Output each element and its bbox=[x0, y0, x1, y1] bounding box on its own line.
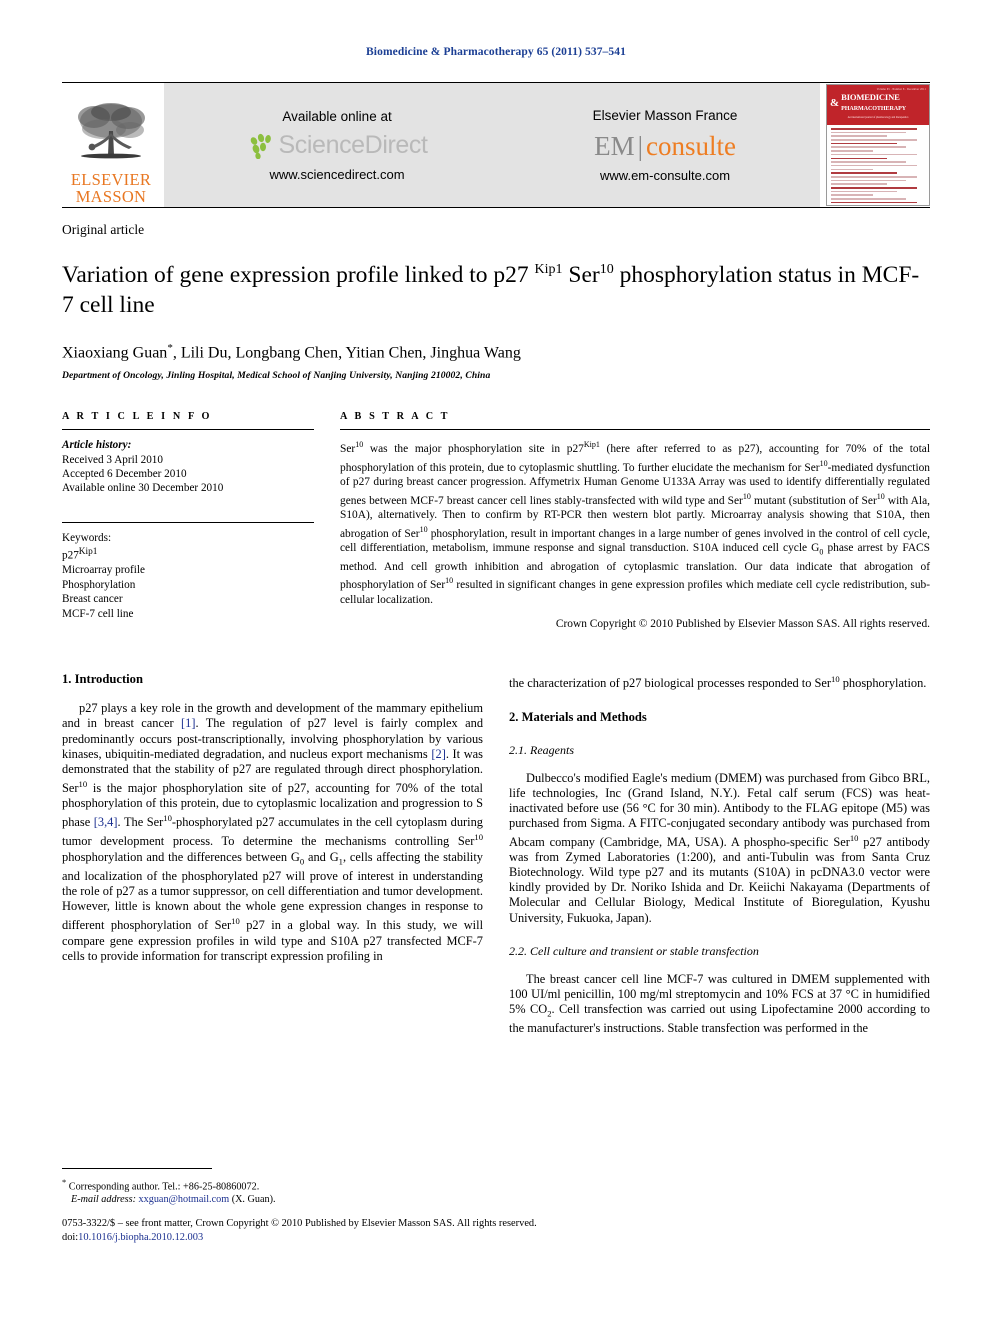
keywords-block: Keywords: p27Kip1 Microarray profile Pho… bbox=[62, 531, 314, 621]
affiliation: Department of Oncology, Jinling Hospital… bbox=[62, 370, 491, 382]
article-available-online: Available online 30 December 2010 bbox=[62, 482, 224, 495]
masthead-bottom-rule bbox=[62, 207, 930, 208]
abstract-copyright: Crown Copyright © 2010 Published by Else… bbox=[555, 618, 930, 631]
article-accepted: Accepted 6 December 2010 bbox=[62, 467, 187, 480]
abstract-text: Ser10 was the major phosphorylation site… bbox=[340, 440, 931, 606]
article-history-block: Article history: Received 3 April 2010 A… bbox=[62, 438, 314, 496]
footnote-corresponding-text: Corresponding author. Tel.: +86-25-80860… bbox=[68, 1181, 260, 1193]
subsection-heading-reagents: 2.1. Reagents bbox=[509, 742, 574, 757]
cover-title-line1: BIOMEDICINE bbox=[841, 92, 900, 102]
elsevier-masson-logo: ELSEVIER MASSON bbox=[62, 83, 160, 207]
citation-link[interactable]: [1] bbox=[181, 716, 195, 730]
introduction-continuation: the characterization of p27 biological p… bbox=[509, 674, 927, 691]
footnote-line-1: * Corresponding author. Tel.: +86-25-808… bbox=[62, 1176, 492, 1206]
keyword-item: Microarray profile bbox=[62, 564, 145, 577]
abstract-heading: A B S T R A C T bbox=[340, 411, 451, 423]
emconsulte-block[interactable]: Elsevier Masson France EM | consulte www.e… bbox=[583, 108, 748, 183]
doi-link[interactable]: 10.1016/j.biopha.2010.12.003 bbox=[78, 1232, 203, 1243]
journal-article-page: Biomedicine & Pharmacotherapy 65 (2011) … bbox=[0, 0, 992, 1323]
author-list: Xiaoxiang Guan*, Lili Du, Longbang Chen,… bbox=[62, 342, 930, 362]
cover-header: Volume 65 . Number 8 . December 2011 & B… bbox=[827, 85, 929, 125]
running-head: Biomedicine & Pharmacotherapy 65 (2011) … bbox=[366, 46, 626, 58]
info-abstract-row: A R T I C L E I N F O Article history: R… bbox=[62, 411, 930, 630]
cover-ampersand: & bbox=[830, 96, 840, 109]
sciencedirect-leaf-icon bbox=[250, 133, 271, 159]
transfection-paragraph: The breast cancer cell line MCF-7 was cu… bbox=[509, 971, 930, 1036]
title-part-2: Ser bbox=[562, 261, 600, 288]
masson-wordmark: MASSON bbox=[75, 187, 147, 206]
consulte-wordmark: consulte bbox=[646, 130, 736, 161]
footnote-email-label: E-mail address: bbox=[71, 1194, 136, 1206]
keyword-item: Breast cancer bbox=[62, 593, 123, 606]
article-info-column: A R T I C L E I N F O Article history: R… bbox=[62, 411, 314, 630]
em-wordmark: EM bbox=[594, 130, 635, 161]
cover-subtitle: An international journal of pharmacology… bbox=[847, 116, 909, 119]
article-info-rule bbox=[62, 429, 314, 431]
abstract-column: A B S T R A C T Ser10 was the major phos… bbox=[340, 411, 930, 630]
keyword-p27-base: p27 bbox=[62, 549, 79, 562]
sciencedirect-wordmark: ScienceDirect bbox=[278, 131, 428, 159]
footer-copyright: 0753-3322/$ – see front matter, Crown Co… bbox=[62, 1218, 537, 1229]
cover-volume-note: Volume 65 . Number 8 . December 2011 bbox=[876, 88, 926, 91]
author-rest: , Lili Du, Longbang Chen, Yitian Chen, J… bbox=[172, 344, 521, 362]
keyword-item: Phosphorylation bbox=[62, 578, 136, 591]
masthead-banner: Available online at ScienceDirect www.sc… bbox=[164, 83, 820, 207]
footnote-email-owner: (X. Guan). bbox=[231, 1194, 276, 1206]
cover-contents-list bbox=[827, 125, 929, 205]
author-corresponding: Xiaoxiang Guan bbox=[62, 344, 168, 362]
keyword-item: MCF-7 cell line bbox=[62, 607, 134, 620]
em-divider: | bbox=[637, 130, 643, 161]
section-heading-methods: 2. Materials and Methods bbox=[509, 709, 647, 724]
abstract-rule bbox=[340, 429, 930, 431]
section-heading-introduction: 1. Introduction bbox=[62, 672, 143, 687]
footnote-rule bbox=[62, 1168, 212, 1169]
emconsulte-logo: EM | consulte bbox=[593, 130, 738, 162]
article-history-label: Article history: bbox=[62, 439, 132, 452]
emconsulte-caption: Elsevier Masson France bbox=[592, 107, 738, 123]
footnote-marker: * bbox=[62, 1177, 67, 1187]
page-footer: 0753-3322/$ – see front matter, Crown Co… bbox=[62, 1218, 930, 1243]
article-type: Original article bbox=[62, 222, 145, 237]
sciencedirect-block[interactable]: Available online at ScienceDirect www.sc… bbox=[237, 109, 438, 182]
keywords-label: Keywords: bbox=[62, 531, 112, 544]
emconsulte-url[interactable]: www.em-consulte.com bbox=[593, 168, 738, 183]
article-info-heading: A R T I C L E I N F O bbox=[62, 411, 213, 423]
article-received: Received 3 April 2010 bbox=[62, 453, 163, 466]
title-sup-10: 10 bbox=[599, 262, 614, 277]
journal-cover-thumbnail[interactable]: Volume 65 . Number 8 . December 2011 & B… bbox=[826, 84, 930, 206]
elsevier-wordmark: ELSEVIER bbox=[70, 170, 152, 189]
citation-link[interactable]: [2] bbox=[431, 747, 445, 761]
keyword-p27-sup: Kip1 bbox=[78, 547, 98, 558]
citation-link[interactable]: [3,4] bbox=[94, 815, 118, 829]
sciencedirect-caption: Available online at bbox=[282, 108, 392, 124]
article-body: 1. Introduction p27 plays a key role in … bbox=[62, 672, 930, 1036]
elsevier-tree-icon bbox=[78, 103, 145, 159]
corresponding-author-footnote: * Corresponding author. Tel.: +86-25-808… bbox=[62, 1168, 492, 1206]
page-title: Variation of gene expression profile lin… bbox=[62, 255, 930, 320]
title-sup-kip1: Kip1 bbox=[534, 262, 563, 277]
sciencedirect-logo: ScienceDirect bbox=[247, 131, 428, 161]
footnote-email-link[interactable]: xxguan@hotmail.com bbox=[139, 1194, 230, 1205]
journal-masthead: ELSEVIER MASSON Available online at Scie… bbox=[62, 83, 930, 207]
body-column-left: 1. Introduction p27 plays a key role in … bbox=[62, 672, 483, 1036]
keyword-item: p27Kip1 bbox=[62, 545, 314, 563]
reagents-paragraph: Dulbecco's modified Eagle's medium (DMEM… bbox=[509, 770, 930, 925]
cover-title-line2: PHARMACOTHERAPY bbox=[841, 105, 907, 112]
introduction-paragraph: p27 plays a key role in the growth and d… bbox=[62, 701, 484, 963]
body-column-right: the characterization of p27 biological p… bbox=[509, 672, 930, 1036]
footer-doi-line: doi:10.1016/j.biopha.2010.12.003 bbox=[62, 1232, 930, 1243]
keywords-rule bbox=[62, 521, 314, 523]
title-part-1: Variation of gene expression profile lin… bbox=[62, 261, 535, 288]
sciencedirect-url[interactable]: www.sciencedirect.com bbox=[247, 167, 428, 182]
subsection-heading-transfection: 2.2. Cell culture and transient or stabl… bbox=[509, 943, 759, 958]
doi-label: doi: bbox=[62, 1232, 79, 1243]
